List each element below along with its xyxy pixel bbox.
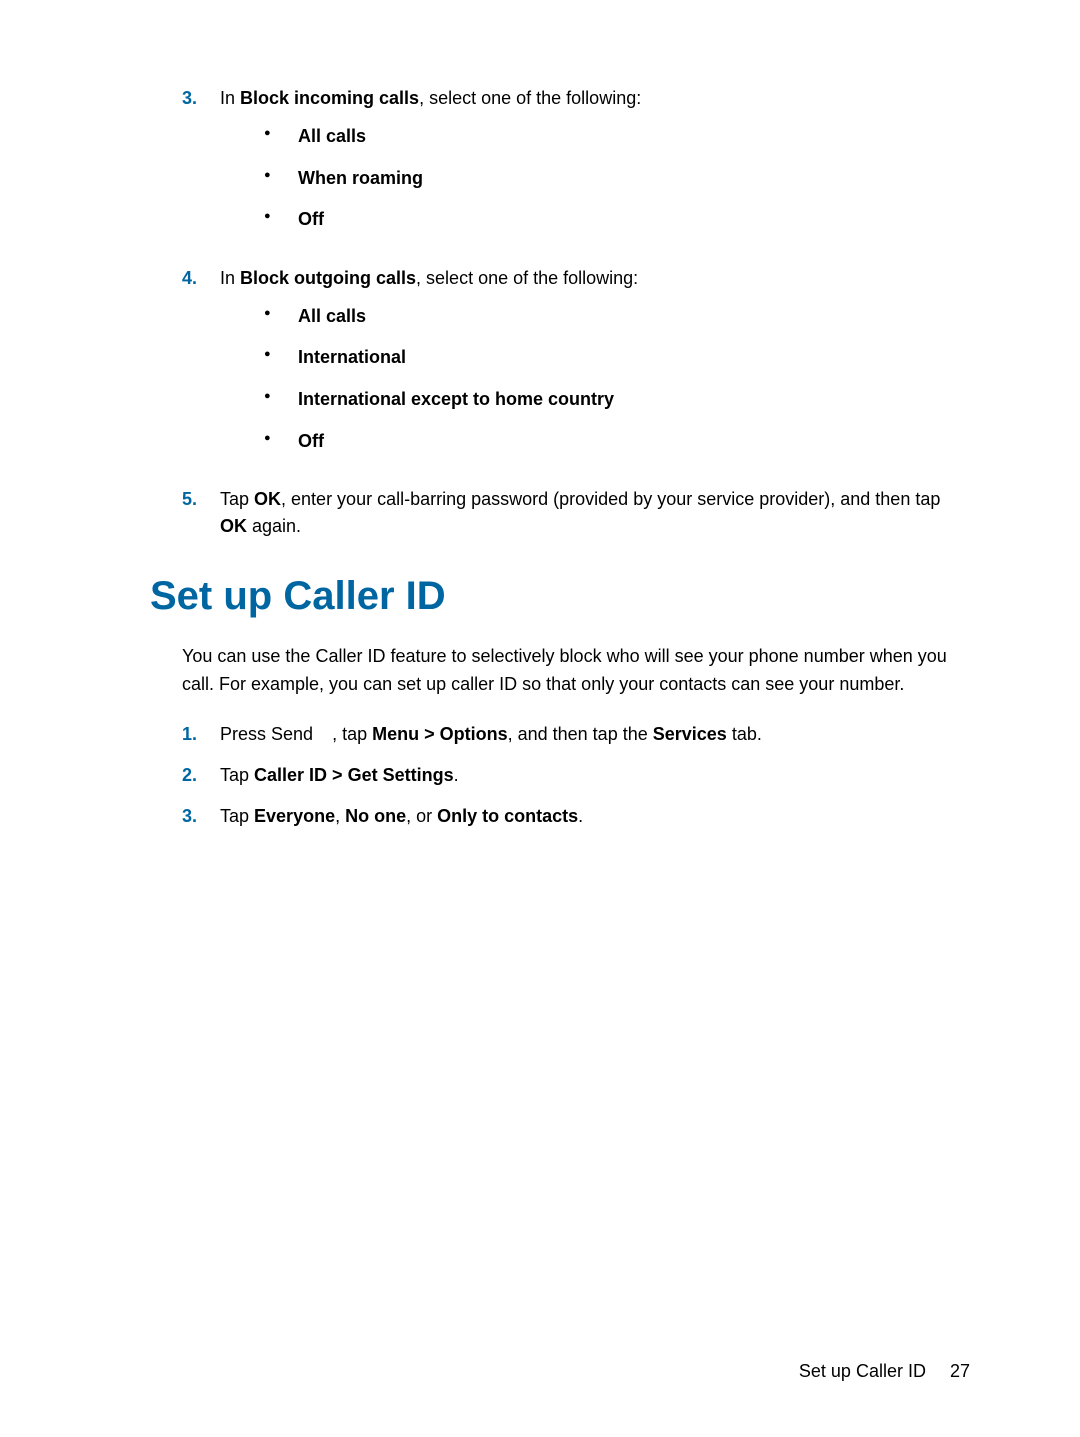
option-list: All calls International International ex…	[264, 306, 970, 452]
step-5: 5. Tap OK, enter your call-barring passw…	[182, 486, 970, 540]
section-paragraph: You can use the Caller ID feature to sel…	[182, 643, 970, 699]
option-all-calls: All calls	[264, 306, 970, 328]
text: , tap	[332, 724, 372, 744]
only-to-contacts-label: Only to contacts	[437, 806, 578, 826]
ui-label-bold: Block outgoing calls	[240, 268, 416, 288]
step-number: 3.	[182, 85, 220, 251]
caller-id-step-1: 1. Press Send , tap Menu > Options, and …	[182, 721, 970, 748]
ok-label: OK	[220, 516, 247, 536]
step-body: Press Send , tap Menu > Options, and the…	[220, 721, 970, 748]
text: In	[220, 88, 240, 108]
text: Press Send	[220, 724, 318, 744]
option-international: International	[264, 347, 970, 369]
step-number: 1.	[182, 721, 220, 748]
option-list: All calls When roaming Off	[264, 126, 970, 231]
step-number: 4.	[182, 265, 220, 472]
services-label: Services	[653, 724, 727, 744]
everyone-label: Everyone	[254, 806, 335, 826]
step-body: Tap OK, enter your call-barring password…	[220, 486, 970, 540]
step-body: In Block outgoing calls, select one of t…	[220, 265, 970, 472]
text: tab.	[727, 724, 762, 744]
step-body: Tap Everyone, No one, or Only to contact…	[220, 803, 970, 830]
text: , and then tap the	[508, 724, 653, 744]
text: , enter your call-barring password (prov…	[281, 489, 940, 509]
text: again.	[247, 516, 301, 536]
step-number: 2.	[182, 762, 220, 789]
text: Tap	[220, 765, 254, 785]
text: ,	[335, 806, 345, 826]
caller-id-step-3: 3. Tap Everyone, No one, or Only to cont…	[182, 803, 970, 830]
menu-options-label: Menu > Options	[372, 724, 508, 744]
option-off: Off	[264, 209, 970, 231]
text: , select one of the following:	[416, 268, 638, 288]
text: , or	[406, 806, 437, 826]
step-body: Tap Caller ID > Get Settings.	[220, 762, 970, 789]
footer-section-label: Set up Caller ID	[799, 1361, 926, 1381]
text: .	[578, 806, 583, 826]
document-page: 3. In Block incoming calls, select one o…	[0, 0, 1080, 1437]
step-3: 3. In Block incoming calls, select one o…	[182, 85, 970, 251]
option-off: Off	[264, 431, 970, 453]
page-footer: Set up Caller ID 27	[799, 1361, 970, 1382]
step-number: 3.	[182, 803, 220, 830]
page-number: 27	[950, 1361, 970, 1381]
text: .	[454, 765, 459, 785]
ok-label: OK	[254, 489, 281, 509]
step-4: 4. In Block outgoing calls, select one o…	[182, 265, 970, 472]
step-number: 5.	[182, 486, 220, 540]
option-when-roaming: When roaming	[264, 168, 970, 190]
text: Tap	[220, 489, 254, 509]
ui-label-bold: Block incoming calls	[240, 88, 419, 108]
text: Tap	[220, 806, 254, 826]
text: , select one of the following:	[419, 88, 641, 108]
caller-id-get-settings-label: Caller ID > Get Settings	[254, 765, 454, 785]
option-all-calls: All calls	[264, 126, 970, 148]
section-heading-caller-id: Set up Caller ID	[150, 574, 970, 619]
option-international-except-home: International except to home country	[264, 389, 970, 411]
step-body: In Block incoming calls, select one of t…	[220, 85, 970, 251]
caller-id-step-2: 2. Tap Caller ID > Get Settings.	[182, 762, 970, 789]
text: In	[220, 268, 240, 288]
no-one-label: No one	[345, 806, 406, 826]
